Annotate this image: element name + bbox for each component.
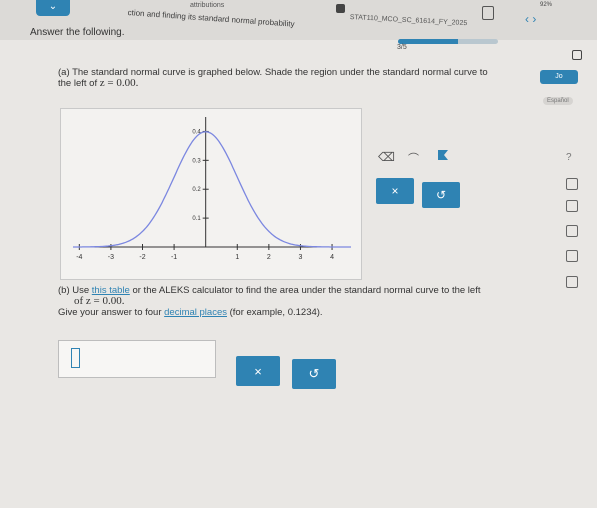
part-b-prompt: (b) Use this table or the ALEKS calculat… [58, 285, 538, 318]
x-tick-label: -3 [108, 254, 114, 261]
y-tick-label: 0.2 [192, 187, 201, 193]
y-tick-label: 0.4 [192, 129, 201, 135]
answer-undo-button[interactable]: ↺ [292, 359, 336, 389]
topic-attributions: attributions [190, 2, 225, 9]
x-tick-label: -1 [171, 254, 177, 261]
part-b-text-2: or the ALEKS calculator to find the area… [132, 285, 481, 296]
espanol-button[interactable]: Español [543, 97, 573, 105]
shade-tool-icon[interactable]: ⌒ [408, 150, 419, 166]
expand-icon[interactable] [572, 50, 582, 60]
chart-svg[interactable]: -4 -3 -2 -1 1 2 3 4 0.1 0.2 0.3 0.4 [61, 109, 361, 279]
x-tick-label: 2 [267, 254, 271, 261]
trash-icon[interactable] [482, 6, 494, 20]
status-battery: 92% [540, 2, 553, 8]
graph-undo-button[interactable]: ↺ [422, 182, 460, 208]
part-b-text-4: (for example, 0.1234). [229, 307, 323, 318]
instruction-text: Answer the following. [30, 27, 125, 38]
nav-arrows-icon[interactable]: ‹ › [525, 12, 536, 26]
help-icon[interactable]: ? [566, 152, 572, 163]
x-tick-label: -4 [76, 254, 82, 261]
table-icon[interactable] [566, 200, 578, 212]
part-a-text-2: the left of [58, 78, 98, 89]
language-button[interactable]: Jo [540, 70, 578, 84]
menu-chevron-button[interactable]: ⌄ [36, 0, 70, 16]
answer-clear-button[interactable]: × [236, 356, 280, 386]
flag-icon[interactable] [438, 150, 448, 160]
progress-fill [398, 39, 458, 44]
chat-icon[interactable] [566, 276, 578, 288]
normal-curve-graph[interactable]: -4 -3 -2 -1 1 2 3 4 0.1 0.2 0.3 0.4 [60, 108, 362, 280]
input-cursor [71, 348, 80, 368]
decimal-places-link[interactable]: decimal places [164, 307, 227, 318]
y-tick-label: 0.1 [192, 216, 201, 222]
eraser-icon[interactable]: ⌫ [378, 150, 395, 164]
z-value: z = 0.00. [99, 77, 139, 89]
x-tick-label: 3 [299, 254, 303, 261]
part-b-z: of z = 0.00. [74, 295, 125, 307]
stop-icon[interactable] [336, 4, 345, 13]
answer-input[interactable] [58, 340, 216, 378]
y-tick-label: 0.3 [192, 158, 201, 164]
progress-count: 3/5 [397, 44, 407, 51]
x-tick-label: 1 [235, 254, 239, 261]
notes-icon[interactable] [566, 250, 578, 262]
part-b-text-3: Give your answer to four [58, 307, 162, 318]
normal-curve-line [73, 131, 351, 248]
x-tick-label: -2 [139, 254, 145, 261]
part-a-prompt: (a) The standard normal curve is graphed… [58, 68, 538, 89]
x-tick-label: 4 [330, 254, 334, 261]
progress-bar [398, 39, 498, 44]
calculator-icon[interactable] [566, 178, 578, 190]
graph-clear-button[interactable]: × [376, 178, 414, 204]
book-icon[interactable] [566, 225, 578, 237]
